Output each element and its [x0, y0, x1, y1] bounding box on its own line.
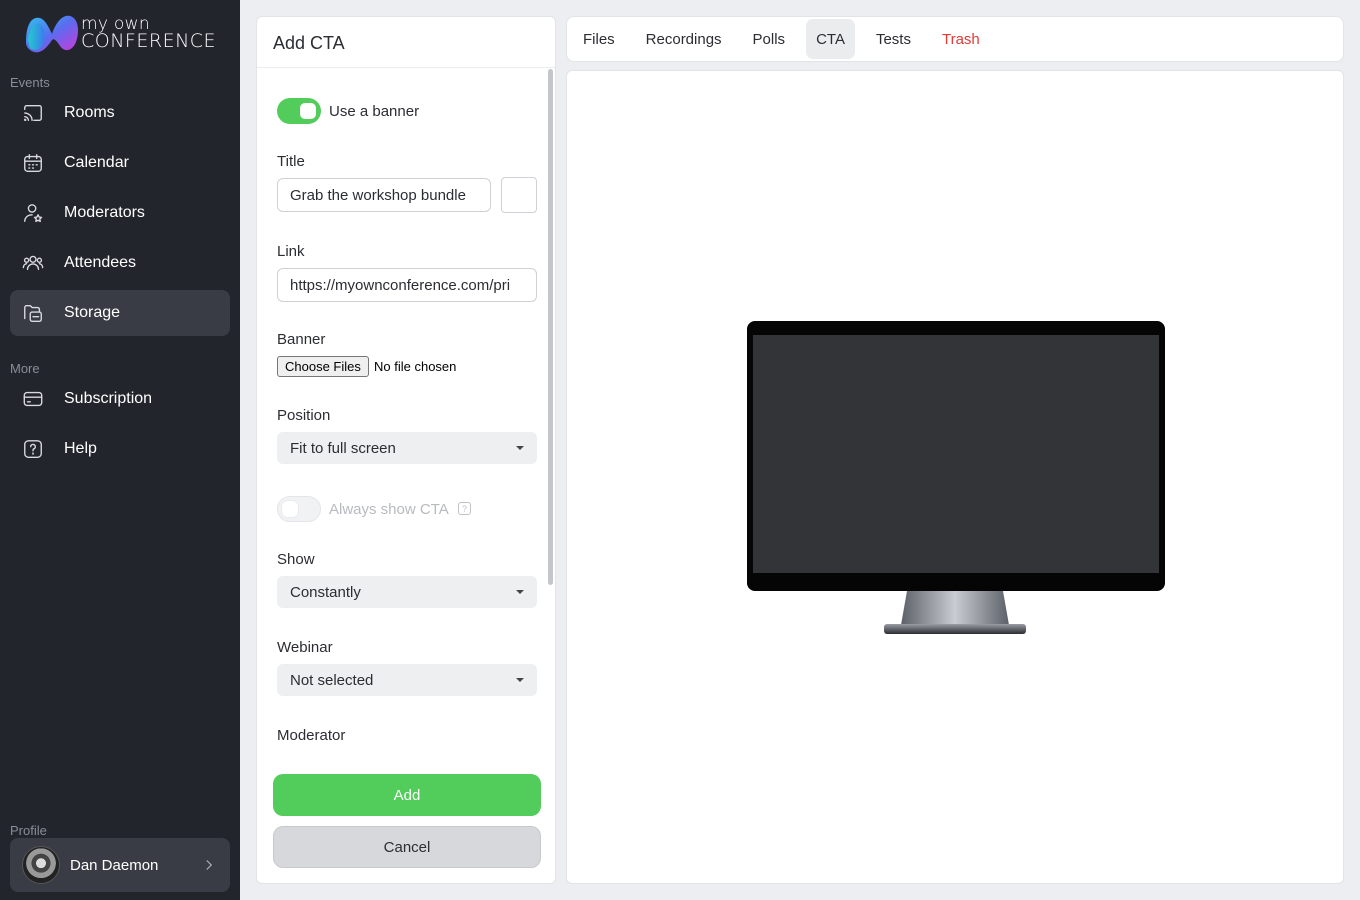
calendar-icon	[22, 152, 44, 174]
webinar-select[interactable]: Not selected	[277, 664, 537, 696]
file-status: No file chosen	[374, 359, 457, 374]
cta-preview	[566, 70, 1344, 884]
sidebar-item-storage[interactable]: Storage	[10, 290, 230, 336]
brand-logo[interactable]: my own CONFERENCE	[24, 10, 224, 56]
choose-files-button[interactable]: Choose Files	[277, 356, 369, 377]
webinar-select-value: Not selected	[290, 671, 374, 689]
caret-down-icon	[516, 590, 524, 594]
cancel-button[interactable]: Cancel	[273, 826, 541, 868]
add-button[interactable]: Add	[273, 774, 541, 816]
card-icon	[22, 388, 44, 410]
position-select-value: Fit to full screen	[290, 439, 396, 457]
monitor-preview-icon	[747, 321, 1165, 634]
use-banner-toggle[interactable]	[277, 98, 321, 124]
sidebar-item-attendees[interactable]: Attendees	[10, 240, 230, 286]
cast-icon	[22, 102, 44, 124]
tab-cta[interactable]: CTA	[806, 19, 855, 59]
form-scrollbar[interactable]	[548, 69, 553, 585]
sidebar-item-label: Moderators	[64, 204, 145, 221]
sidebar: my own CONFERENCE Events Rooms Calendar …	[0, 0, 240, 900]
show-select[interactable]: Constantly	[277, 576, 537, 608]
tab-trash[interactable]: Trash	[932, 19, 990, 59]
folder-icon	[22, 302, 44, 324]
toggle-knob	[300, 103, 316, 119]
sidebar-item-label: Subscription	[64, 390, 153, 407]
sidebar-item-moderators[interactable]: Moderators	[10, 190, 230, 236]
brand-line2: CONFERENCE	[81, 30, 217, 52]
form-scroll-area[interactable]: Use a banner Title Link Banner Choose Fi…	[257, 68, 555, 756]
profile-card[interactable]: Dan Daemon	[10, 838, 230, 892]
section-label-profile: Profile	[10, 823, 47, 838]
section-label-more: More	[10, 361, 40, 376]
always-show-cta-label: Always show CTA	[329, 501, 449, 518]
title-color-picker[interactable]	[501, 177, 537, 213]
add-cta-panel: Add CTA Use a banner Title Link Banner C…	[256, 16, 556, 884]
sidebar-item-rooms[interactable]: Rooms	[10, 90, 230, 136]
caret-down-icon	[516, 678, 524, 682]
tab-tests[interactable]: Tests	[866, 19, 921, 59]
webinar-label: Webinar	[277, 639, 333, 656]
title-input[interactable]	[277, 178, 491, 212]
link-label: Link	[277, 243, 305, 260]
use-banner-label: Use a banner	[329, 103, 420, 120]
sidebar-item-label: Calendar	[64, 154, 129, 171]
always-show-cta-toggle[interactable]	[277, 496, 321, 522]
tab-polls[interactable]: Polls	[743, 19, 796, 59]
sidebar-item-calendar[interactable]: Calendar	[10, 140, 230, 186]
chevron-right-icon	[200, 856, 218, 874]
logo-mark-icon	[26, 15, 78, 53]
toggle-knob	[282, 501, 298, 517]
moderator-label: Moderator	[277, 727, 346, 744]
avatar	[22, 846, 60, 884]
storage-tabs: Files Recordings Polls CTA Tests Trash	[566, 16, 1344, 62]
link-input[interactable]	[277, 268, 537, 302]
sidebar-item-label: Attendees	[64, 254, 137, 271]
sidebar-item-subscription[interactable]: Subscription	[10, 376, 230, 422]
sidebar-item-label: Storage	[64, 304, 121, 321]
tab-recordings[interactable]: Recordings	[636, 19, 732, 59]
position-select[interactable]: Fit to full screen	[277, 432, 537, 464]
tab-files[interactable]: Files	[573, 19, 625, 59]
help-icon	[22, 438, 44, 460]
title-label: Title	[277, 153, 305, 170]
caret-down-icon	[516, 446, 524, 450]
moderator-icon	[22, 202, 44, 224]
sidebar-item-label: Rooms	[64, 104, 115, 121]
position-label: Position	[277, 407, 331, 424]
attendees-icon	[22, 252, 44, 274]
sidebar-item-label: Help	[64, 440, 97, 457]
profile-name: Dan Daemon	[70, 856, 159, 874]
section-label-events: Events	[10, 75, 50, 90]
question-icon[interactable]: ?	[458, 502, 471, 515]
show-label: Show	[277, 551, 315, 568]
sidebar-item-help[interactable]: Help	[10, 426, 230, 472]
banner-label: Banner	[277, 331, 326, 348]
panel-title: Add CTA	[273, 33, 345, 53]
show-select-value: Constantly	[290, 583, 361, 601]
